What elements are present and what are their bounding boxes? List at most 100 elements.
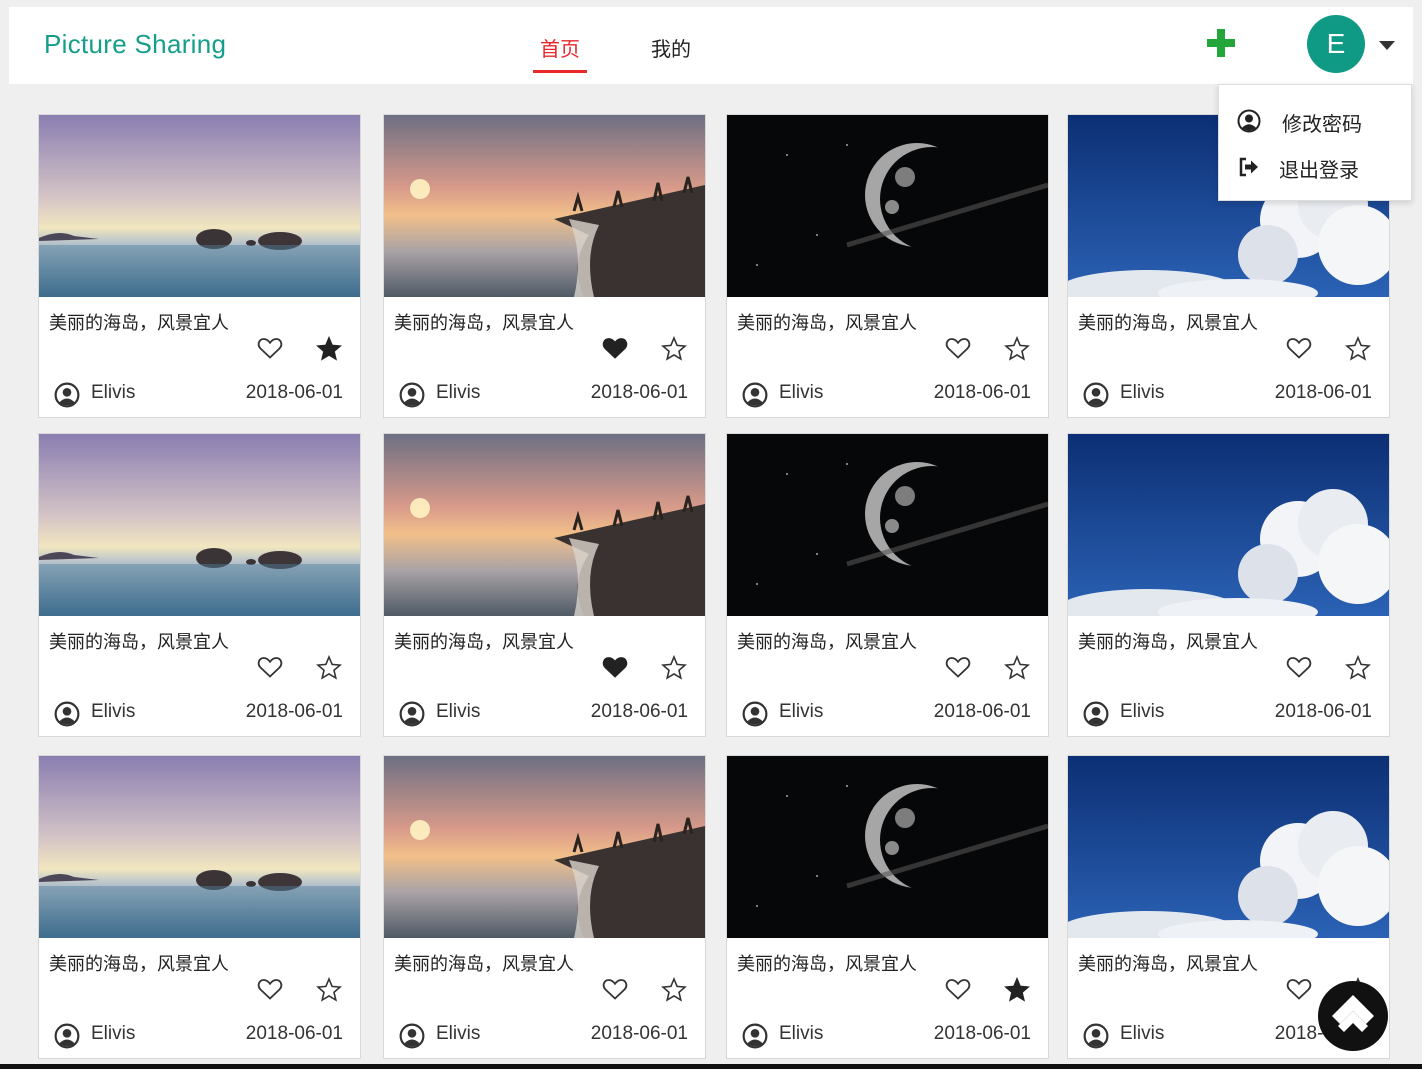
menu-item-logout[interactable]: 退出登录 [1219, 145, 1411, 185]
card-title: 美丽的海岛，风景宜人 [737, 632, 917, 653]
card-author[interactable]: Elivis [1120, 1023, 1164, 1045]
active-tab-indicator [533, 70, 587, 73]
card-date: 2018-06-01 [590, 382, 688, 403]
add-picture-button[interactable] [1206, 28, 1236, 58]
heart-outline-icon[interactable] [945, 655, 971, 679]
heart-outline-icon[interactable] [1286, 336, 1312, 360]
card-author[interactable]: Elivis [436, 382, 480, 404]
heart-outline-icon[interactable] [257, 655, 283, 679]
card-image [727, 434, 1048, 616]
star-outline-icon[interactable] [1004, 336, 1030, 362]
card-title: 美丽的海岛，风景宜人 [394, 313, 574, 334]
user-avatar-button[interactable]: E [1307, 15, 1365, 73]
star-outline-icon[interactable] [661, 336, 687, 362]
card-image [39, 434, 360, 616]
card-author[interactable]: Elivis [91, 382, 135, 404]
sign-out-icon [1239, 157, 1258, 177]
card-date: 2018-06-01 [933, 1023, 1031, 1044]
card-author[interactable]: Elivis [436, 701, 480, 723]
caret-down-icon[interactable] [1379, 41, 1395, 50]
card-title: 美丽的海岛，风景宜人 [49, 954, 229, 975]
card-image [384, 434, 705, 616]
card-image [39, 115, 360, 297]
heart-outline-icon[interactable] [257, 977, 283, 1001]
card-image [384, 756, 705, 938]
card-title: 美丽的海岛，风景宜人 [1078, 954, 1258, 975]
user-circle-icon [399, 701, 425, 727]
card-date: 2018-06-01 [1274, 701, 1372, 722]
card-date: 2018-06-01 [933, 701, 1031, 722]
star-outline-icon[interactable] [661, 655, 687, 681]
card-image [727, 756, 1048, 938]
star-outline-icon[interactable] [661, 977, 687, 1003]
heart-outline-icon[interactable] [257, 336, 283, 360]
card-date: 2018-06-01 [590, 701, 688, 722]
picture-card[interactable]: 美丽的海岛，风景宜人 Elivis 2018-06-01 [38, 433, 361, 737]
card-image [727, 115, 1048, 297]
star-filled-icon[interactable] [316, 336, 342, 362]
heart-outline-icon[interactable] [602, 977, 628, 1001]
card-date: 2018-06-01 [245, 701, 343, 722]
user-circle-icon [1083, 382, 1109, 408]
star-outline-icon[interactable] [1345, 336, 1371, 362]
card-image [1068, 434, 1389, 616]
tab-mine[interactable]: 我的 [651, 33, 691, 62]
card-author[interactable]: Elivis [91, 701, 135, 723]
card-title: 美丽的海岛，风景宜人 [394, 632, 574, 653]
user-circle-icon [399, 382, 425, 408]
user-circle-icon [1083, 701, 1109, 727]
user-circle-icon [54, 382, 80, 408]
picture-card[interactable]: 美丽的海岛，风景宜人 Elivis 2018-06-01 [726, 114, 1049, 418]
card-date: 2018-06-01 [245, 1023, 343, 1044]
star-outline-icon[interactable] [316, 977, 342, 1003]
card-title: 美丽的海岛，风景宜人 [1078, 632, 1258, 653]
star-filled-icon[interactable] [1004, 977, 1030, 1003]
picture-card[interactable]: 美丽的海岛，风景宜人 Elivis 2018-06-01 [38, 114, 361, 418]
top-navbar: Picture Sharing 首页 我的 E [9, 7, 1413, 84]
card-author[interactable]: Elivis [779, 1023, 823, 1045]
user-circle-icon [742, 382, 768, 408]
card-date: 2018-06-01 [245, 382, 343, 403]
back-to-top-button[interactable] [1318, 981, 1388, 1051]
heart-outline-icon[interactable] [1286, 655, 1312, 679]
plus-icon [1207, 29, 1235, 57]
heart-outline-icon[interactable] [945, 977, 971, 1001]
picture-card[interactable]: 美丽的海岛，风景宜人 Elivis 2018-06-01 [383, 114, 706, 418]
bottom-bar [0, 1064, 1422, 1069]
card-date: 2018-06-01 [1274, 382, 1372, 403]
card-image [384, 115, 705, 297]
picture-card[interactable]: 美丽的海岛，风景宜人 Elivis 2018-06-01 [383, 755, 706, 1059]
picture-card[interactable]: 美丽的海岛，风景宜人 Elivis 2018-06-01 [383, 433, 706, 737]
heart-filled-icon[interactable] [602, 655, 628, 679]
heart-outline-icon[interactable] [945, 336, 971, 360]
star-outline-icon[interactable] [1004, 655, 1030, 681]
heart-outline-icon[interactable] [1286, 977, 1312, 1001]
card-title: 美丽的海岛，风景宜人 [737, 313, 917, 334]
user-circle-icon [54, 1023, 80, 1049]
card-author[interactable]: Elivis [1120, 382, 1164, 404]
brand-title[interactable]: Picture Sharing [44, 29, 226, 60]
menu-item-label: 退出登录 [1279, 158, 1359, 182]
card-author[interactable]: Elivis [436, 1023, 480, 1045]
card-author[interactable]: Elivis [779, 382, 823, 404]
card-author[interactable]: Elivis [779, 701, 823, 723]
star-outline-icon[interactable] [316, 655, 342, 681]
card-image [39, 756, 360, 938]
picture-card[interactable]: 美丽的海岛，风景宜人 Elivis 2018-06-01 [726, 755, 1049, 1059]
picture-card[interactable]: 美丽的海岛，风景宜人 Elivis 2018-06-01 [1067, 433, 1390, 737]
picture-card[interactable]: 美丽的海岛，风景宜人 Elivis 2018-06-01 [38, 755, 361, 1059]
card-author[interactable]: Elivis [1120, 701, 1164, 723]
user-circle-icon [742, 1023, 768, 1049]
card-image [1068, 756, 1389, 938]
card-title: 美丽的海岛，风景宜人 [49, 632, 229, 653]
heart-filled-icon[interactable] [602, 336, 628, 360]
card-date: 2018-06-01 [933, 382, 1031, 403]
card-author[interactable]: Elivis [91, 1023, 135, 1045]
card-title: 美丽的海岛，风景宜人 [737, 954, 917, 975]
picture-card[interactable]: 美丽的海岛，风景宜人 Elivis 2018-06-01 [726, 433, 1049, 737]
tab-home[interactable]: 首页 [540, 33, 580, 62]
user-circle-icon [54, 701, 80, 727]
star-outline-icon[interactable] [1345, 655, 1371, 681]
menu-item-change-password[interactable]: 修改密码 [1219, 99, 1411, 139]
card-title: 美丽的海岛，风景宜人 [49, 313, 229, 334]
